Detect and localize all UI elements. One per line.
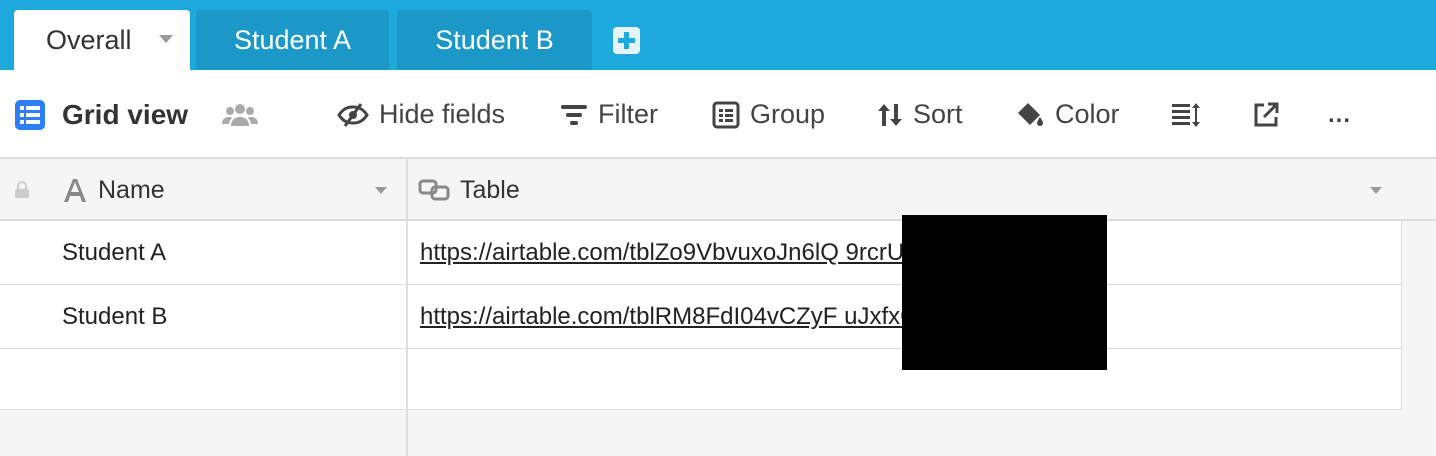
view-toolbar: Grid view Hide fields Filter Group Sort … — [0, 70, 1436, 159]
grid-view-icon — [15, 99, 45, 130]
sort-button[interactable]: Sort — [877, 70, 963, 159]
tab-student-a-label: Student A — [233, 24, 352, 55]
tab-overall[interactable]: Overall — [14, 10, 190, 70]
filter-label: Filter — [598, 99, 658, 129]
data-grid: Name Table Student A https://airtable.co… — [0, 159, 1436, 456]
redaction-box — [902, 215, 1107, 370]
table-row[interactable]: Student A https://airtable.com/tblZo9Vbv… — [0, 221, 1402, 285]
add-row[interactable] — [0, 349, 1402, 413]
grid-rows: Student A https://airtable.com/tblZo9Vbv… — [0, 221, 1402, 410]
column-header-table[interactable]: Table — [418, 159, 520, 221]
collaborators-button[interactable] — [222, 70, 258, 159]
chevron-down-icon[interactable] — [159, 35, 173, 43]
color-button[interactable]: Color — [1015, 70, 1120, 159]
sort-label: Sort — [913, 99, 963, 129]
column-header-name[interactable]: Name — [62, 159, 165, 221]
table-row[interactable]: Student B https://airtable.com/tblRM8FdI… — [0, 285, 1402, 349]
share-icon — [1254, 102, 1279, 126]
tab-student-b[interactable]: Student B — [397, 10, 592, 70]
column-name-label: Name — [98, 175, 165, 204]
filter-icon — [561, 104, 587, 125]
lock-icon — [15, 181, 29, 198]
view-name: Grid view — [62, 98, 189, 130]
grid-header: Name Table — [0, 159, 1436, 221]
hide-fields-label: Hide fields — [379, 99, 506, 129]
tab-student-a[interactable]: Student A — [196, 10, 389, 70]
column-table-label: Table — [460, 175, 520, 204]
people-icon — [222, 103, 258, 126]
color-label: Color — [1055, 99, 1120, 129]
filter-button[interactable]: Filter — [560, 70, 658, 159]
more-icon: ... — [1328, 100, 1352, 128]
share-view-button[interactable] — [1253, 70, 1279, 159]
row-height-icon — [1172, 102, 1200, 127]
group-button[interactable]: Group — [712, 70, 825, 159]
eye-slash-icon — [337, 102, 369, 127]
sort-icon — [878, 103, 902, 126]
cell-name[interactable]: Student B — [62, 285, 167, 349]
tab-overall-label: Overall — [46, 24, 132, 55]
text-field-icon — [64, 179, 86, 202]
row-height-button[interactable] — [1171, 70, 1201, 159]
link-field-icon — [418, 179, 450, 201]
chevron-down-icon[interactable] — [375, 187, 387, 194]
paint-bucket-icon — [1018, 102, 1043, 126]
tab-student-b-label: Student B — [435, 24, 554, 55]
chevron-down-icon[interactable] — [1370, 187, 1382, 194]
table-tab-bar: Overall Student A Student B — [0, 0, 1436, 70]
group-label: Group — [750, 99, 826, 129]
view-switcher[interactable]: Grid view — [14, 70, 188, 159]
column-divider — [406, 159, 408, 456]
lock-column — [14, 159, 30, 221]
cell-name[interactable]: Student A — [62, 221, 166, 285]
add-table-icon[interactable] — [613, 27, 640, 54]
more-options-button[interactable]: ... — [1328, 70, 1351, 159]
group-icon — [712, 101, 740, 128]
hide-fields-button[interactable]: Hide fields — [337, 70, 505, 159]
